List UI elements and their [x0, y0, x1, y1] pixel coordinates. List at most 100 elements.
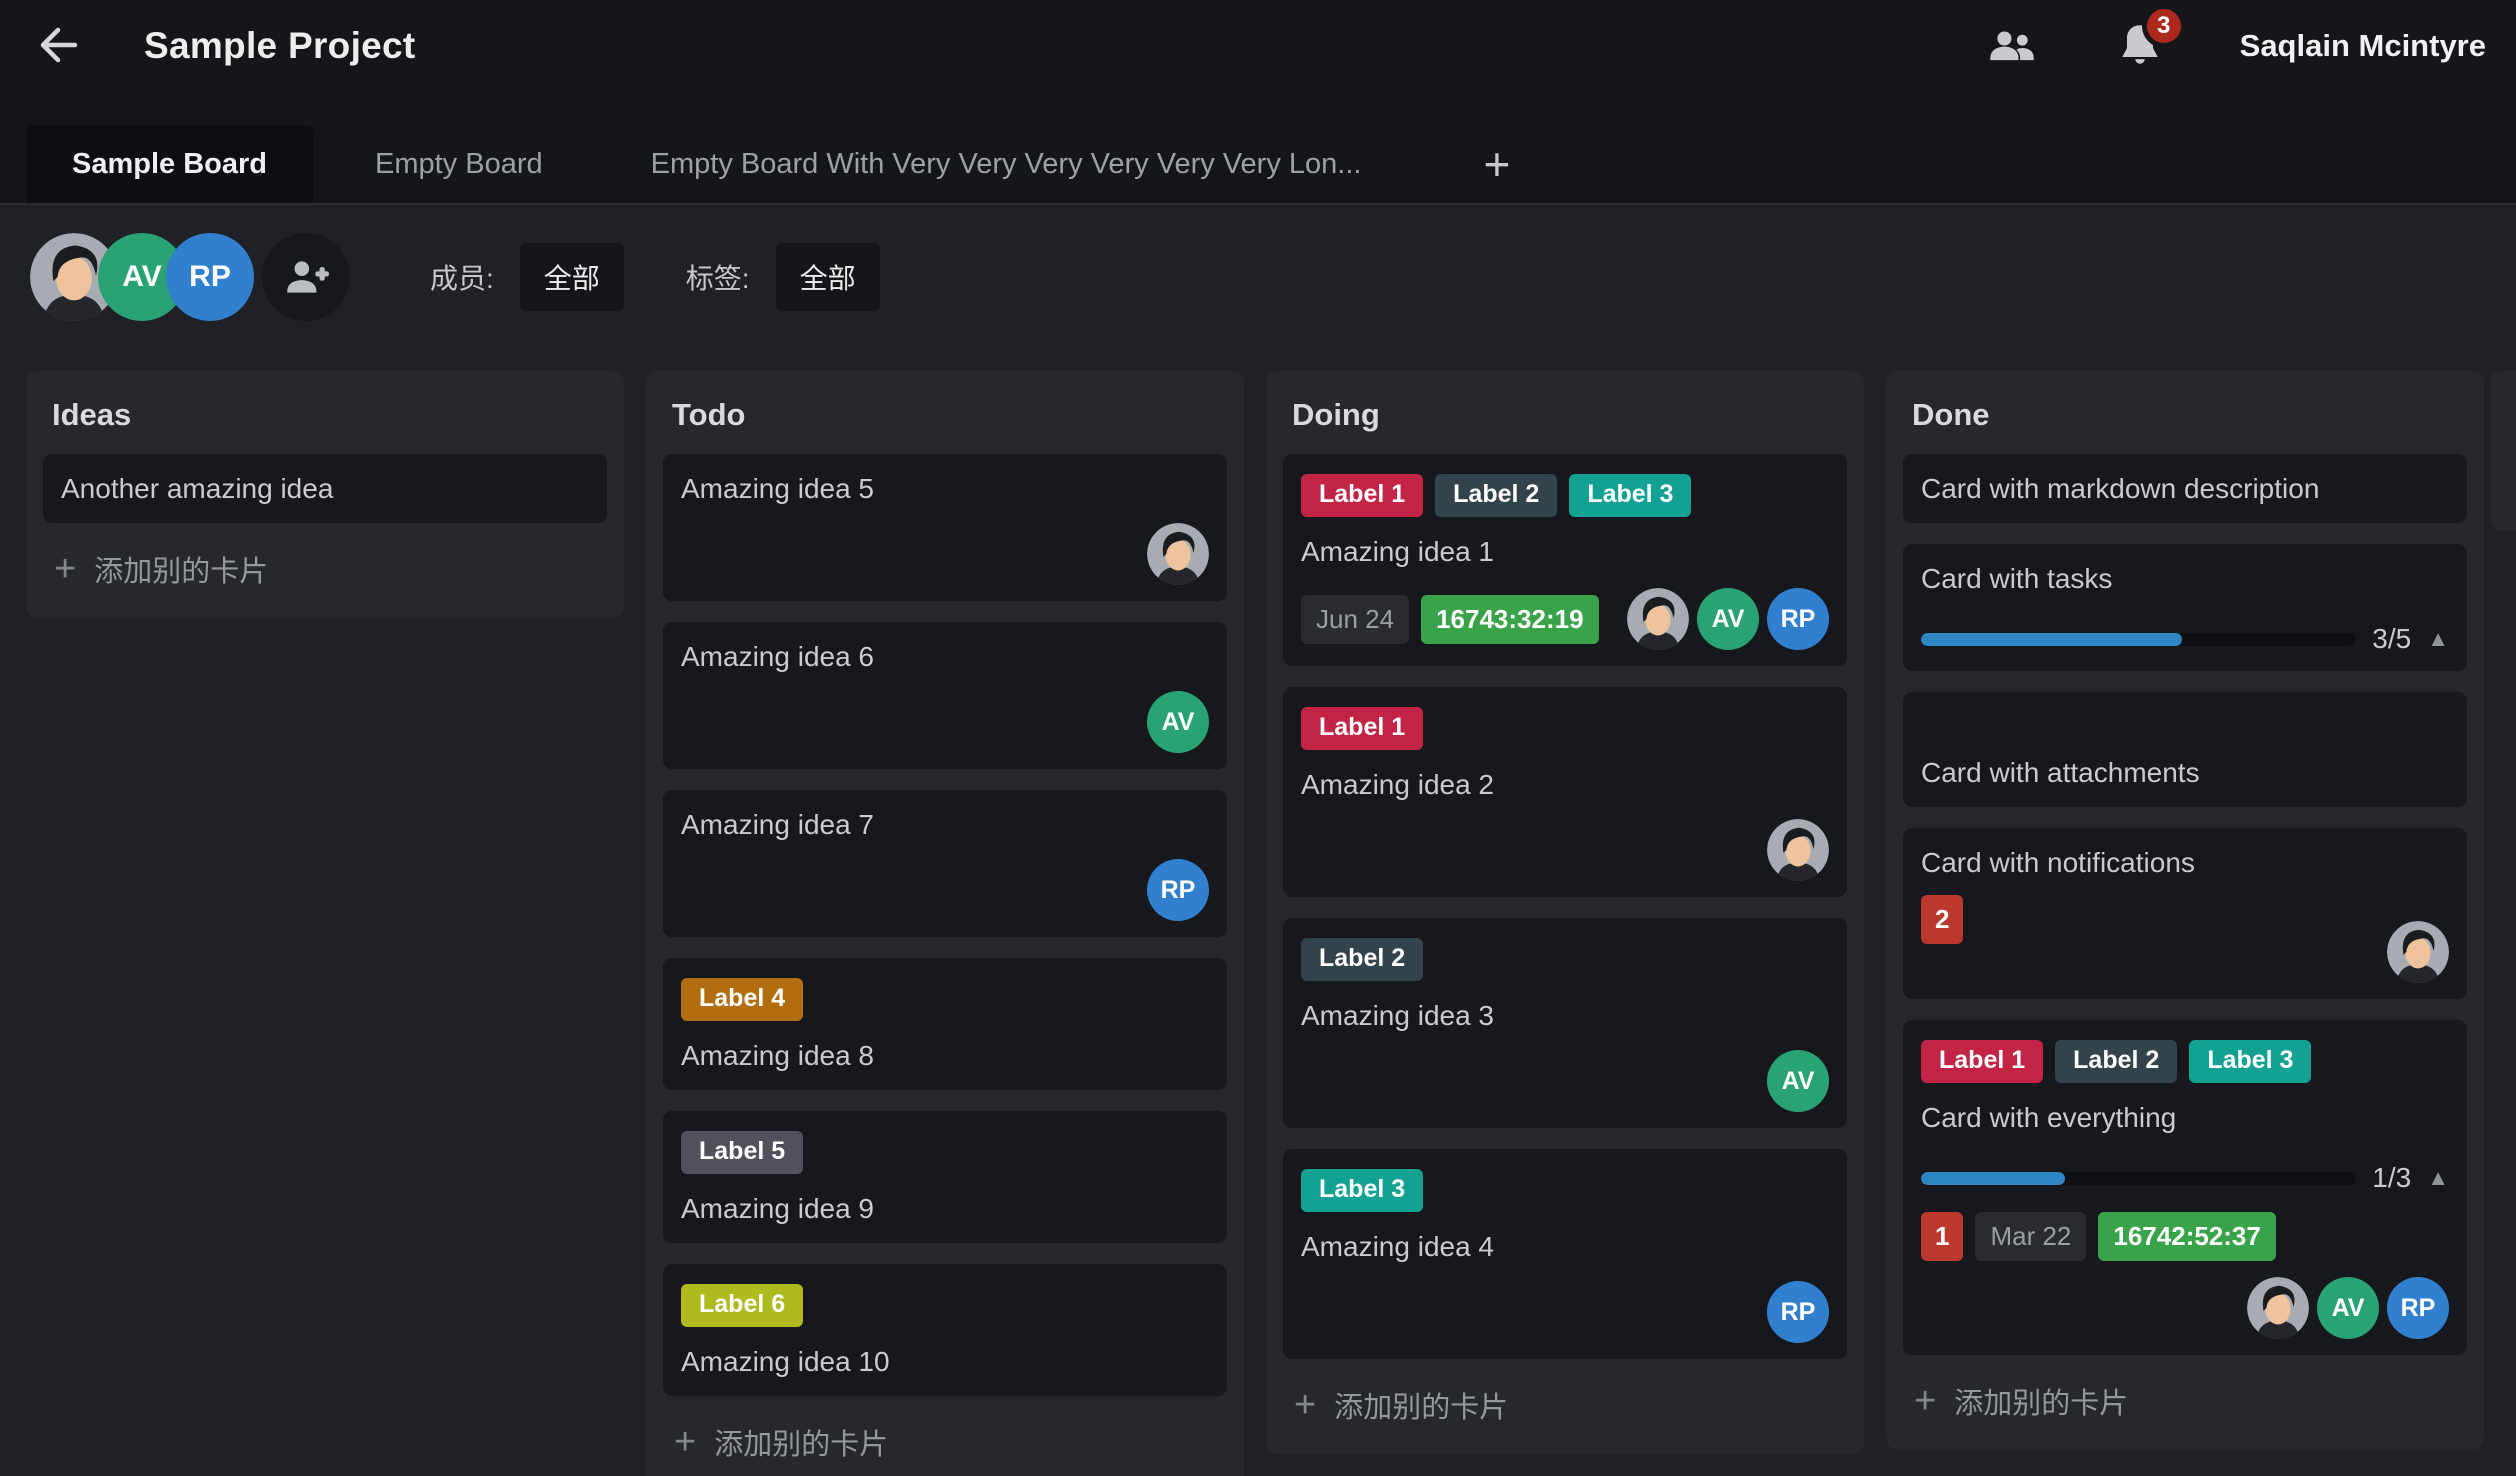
column-title[interactable]: Todo: [672, 397, 745, 432]
labels-filter-value[interactable]: 全部: [776, 243, 880, 311]
card-title: Amazing idea 8: [681, 1037, 1209, 1074]
card-labels: Label 6: [681, 1284, 1209, 1327]
task-progress-fill: [1921, 633, 2182, 646]
column-header: Ideas: [26, 371, 624, 453]
add-board-button[interactable]: +: [1453, 125, 1540, 203]
card-label: Label 4: [681, 978, 803, 1021]
card[interactable]: Label 1Amazing idea 2: [1282, 686, 1848, 898]
task-progress-bar: [1921, 1172, 2356, 1185]
card[interactable]: Amazing idea 7RP: [662, 789, 1228, 938]
card[interactable]: Label 5Amazing idea 9: [662, 1110, 1228, 1244]
card-title: Card with notifications: [1921, 844, 2449, 881]
card-list: Amazing idea 5 Amazing idea 6AV Amazing id…: [646, 453, 1244, 1397]
card[interactable]: Label 4 Amazing idea 8: [662, 957, 1228, 1091]
add-member-button[interactable]: [262, 233, 350, 321]
card[interactable]: Card with markdown description: [1902, 453, 2468, 524]
card-list: Card with markdown description Card with …: [1886, 453, 2484, 1356]
members-filter-label: 成员:: [430, 257, 494, 297]
card-label: Label 2: [2055, 1040, 2177, 1083]
timer-badge: 16743:32:19: [1421, 595, 1598, 644]
card-labels: Label 4: [681, 978, 1209, 1021]
add-card-button[interactable]: +添加别的卡片: [26, 524, 624, 618]
users-icon: [1986, 19, 2038, 74]
due-date-badge: Mar 22: [1975, 1212, 2086, 1261]
card-title: Card with attachments: [1921, 754, 2449, 791]
card-label: Label 2: [1301, 938, 1423, 981]
plus-icon: +: [674, 1423, 696, 1461]
card[interactable]: Label 2Amazing idea 3AV: [1282, 917, 1848, 1129]
user-photo-illustration: [1627, 588, 1689, 650]
back-button[interactable]: [30, 18, 86, 74]
card-title: Amazing idea 9: [681, 1190, 1209, 1227]
add-card-button[interactable]: +添加别的卡片: [1266, 1360, 1864, 1454]
card-title: Amazing idea 4: [1301, 1228, 1829, 1265]
card-meta-row: 2: [1921, 895, 2449, 983]
notification-count-badge: 3: [2142, 4, 2186, 48]
card-avatars: [1301, 819, 1829, 881]
card[interactable]: Another amazing idea: [42, 453, 608, 524]
card[interactable]: Label 6 Amazing idea 10: [662, 1263, 1228, 1397]
board: Ideas Another amazing idea + 添加别的卡片 Todo Amaz…: [0, 357, 2516, 1476]
column-header: Doing: [1266, 371, 1864, 453]
card-label: Label 2: [1435, 474, 1557, 517]
card[interactable]: Label 1Label 2Label 3Card with everythin…: [1902, 1019, 2468, 1356]
task-count: 3/5: [2372, 623, 2411, 655]
column-doing: DoingLabel 1Label 2Label 3Amazing idea 1…: [1266, 371, 1864, 1454]
card-avatars: AV: [681, 691, 1209, 753]
board-tabs: Sample Board Empty Board Empty Board Wit…: [0, 125, 2516, 205]
avatar-rp: RP: [1147, 859, 1209, 921]
members-filter-value[interactable]: 全部: [520, 243, 624, 311]
card[interactable]: Card with tasks3/5▲: [1902, 543, 2468, 672]
add-card-label: 添加别的卡片: [1954, 1380, 2128, 1422]
due-date-badge: Jun 24: [1301, 595, 1409, 644]
tab-empty-board-long[interactable]: Empty Board With Very Very Very Very Ver…: [605, 125, 1408, 203]
photo-avatar: [2247, 1277, 2309, 1339]
card-label: Label 3: [1569, 474, 1691, 517]
tab-sample-board[interactable]: Sample Board: [26, 125, 313, 203]
add-card-label: 添加别的卡片: [714, 1421, 888, 1463]
collapse-caret-icon[interactable]: ▲: [2427, 626, 2449, 652]
column-title[interactable]: Ideas: [52, 397, 131, 432]
card-title: Amazing idea 1: [1301, 533, 1829, 570]
add-card-button[interactable]: +添加别的卡片: [1886, 1356, 2484, 1450]
card[interactable]: Amazing idea 5: [662, 453, 1228, 602]
card-label: Label 3: [2189, 1040, 2311, 1083]
notifications-button[interactable]: 3: [2112, 18, 2168, 74]
card[interactable]: Card with notifications 2: [1902, 827, 2468, 1000]
card[interactable]: Label 1Label 2Label 3Amazing idea 1Jun 2…: [1282, 453, 1848, 667]
avatar-av: AV: [1697, 588, 1759, 650]
column-header: Done: [1886, 371, 2484, 453]
card-labels: Label 3: [1301, 1169, 1829, 1212]
back-arrow-icon: [34, 21, 82, 72]
card-title: Card with markdown description: [1921, 470, 2449, 507]
topbar-right: 3 Saqlain Mcintyre: [1984, 18, 2486, 74]
user-photo-illustration: [1767, 819, 1829, 881]
labels-filter-label: 标签:: [686, 257, 750, 297]
user-menu[interactable]: Saqlain Mcintyre: [2240, 28, 2486, 64]
card-avatars: RP: [1301, 1281, 1829, 1343]
card[interactable]: Card with attachments: [1902, 691, 2468, 808]
next-list-partial[interactable]: [2490, 371, 2516, 531]
collapse-caret-icon[interactable]: ▲: [2427, 1165, 2449, 1191]
column-title[interactable]: Doing: [1292, 397, 1380, 432]
person-add-icon: [281, 251, 331, 304]
column-done: DoneCard with markdown descriptionCard w…: [1886, 371, 2484, 1450]
card-avatars: [2387, 921, 2449, 983]
avatar-rp[interactable]: RP: [166, 233, 254, 321]
project-members-button[interactable]: [1984, 18, 2040, 74]
column-title[interactable]: Done: [1912, 397, 1990, 432]
photo-avatar: [2387, 921, 2449, 983]
card-title: Amazing idea 10: [681, 1343, 1209, 1380]
card-list: Label 1Label 2Label 3Amazing idea 1Jun 2…: [1266, 453, 1864, 1360]
card[interactable]: Label 3 Amazing idea 4 RP: [1282, 1148, 1848, 1360]
card[interactable]: Amazing idea 6AV: [662, 621, 1228, 770]
card-meta-row: 1Mar 2216742:52:37: [1921, 1212, 2449, 1261]
tab-empty-board[interactable]: Empty Board: [329, 125, 589, 203]
card-label: Label 6: [681, 1284, 803, 1327]
avatar-rp: RP: [1767, 1281, 1829, 1343]
members-filter: 成员: 全部: [430, 243, 624, 311]
add-card-label: 添加别的卡片: [94, 548, 268, 590]
add-card-button[interactable]: + 添加别的卡片: [646, 1397, 1244, 1476]
task-progress: 1/3▲: [1921, 1162, 2449, 1194]
card-avatars: AV: [1301, 1050, 1829, 1112]
